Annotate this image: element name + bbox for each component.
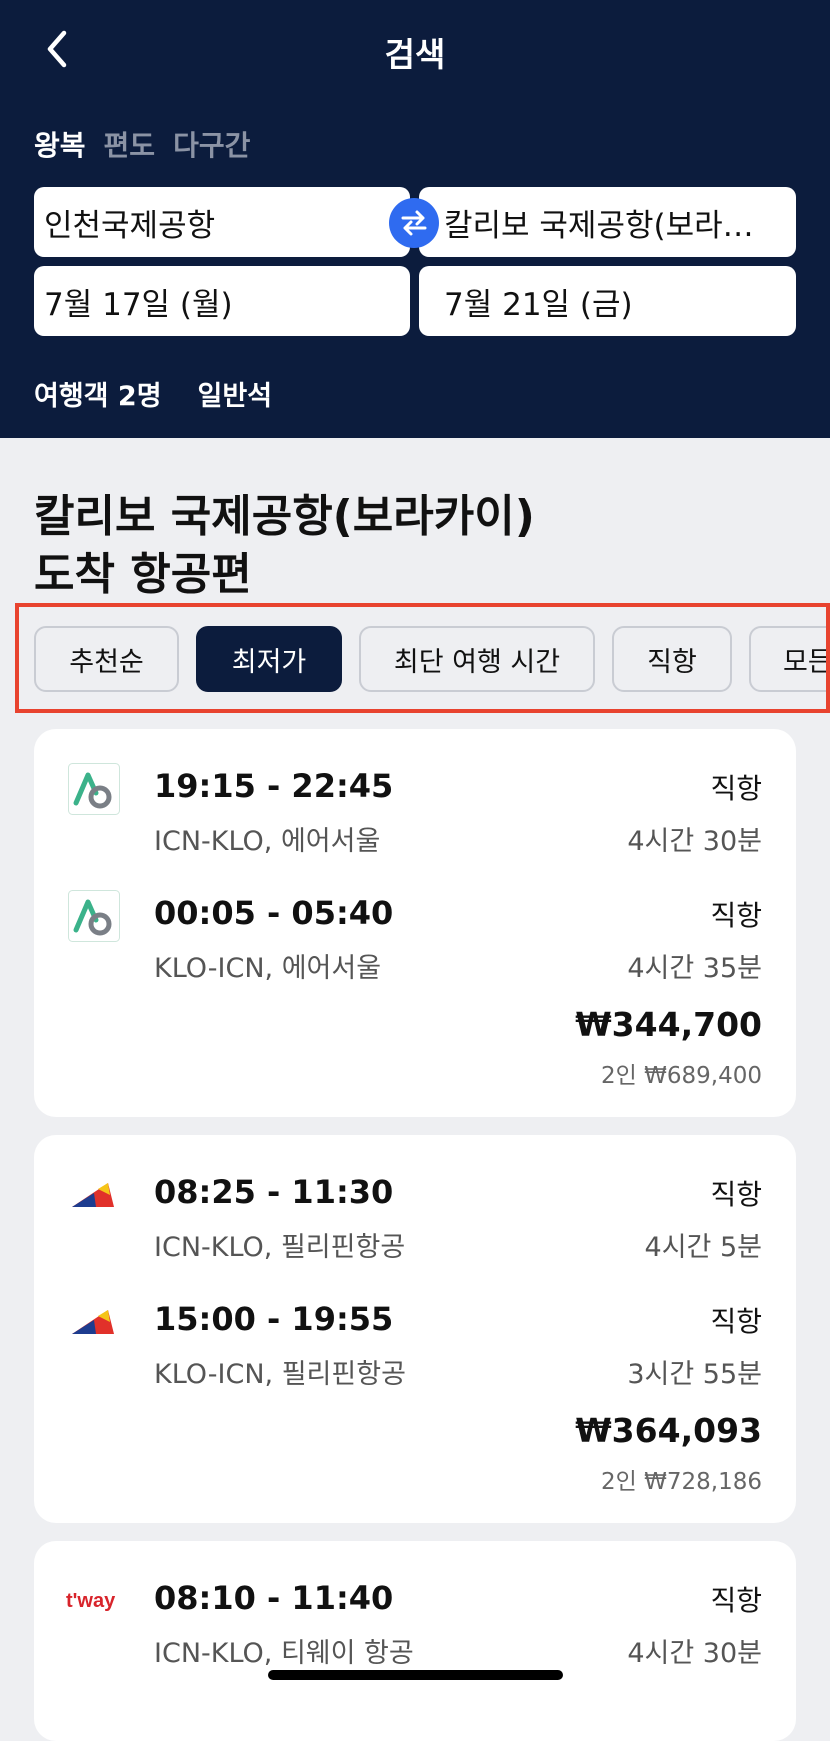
swap-arrows-icon: [401, 210, 427, 236]
cabin-selector[interactable]: 일반석: [198, 374, 273, 413]
flight-route: ICN-KLO, 필리핀항공: [154, 1232, 406, 1263]
flight-total-price: 2인 ₩728,186: [601, 1469, 762, 1495]
tab-one-way[interactable]: 편도: [104, 124, 156, 164]
flight-price: ₩344,700: [575, 1005, 762, 1044]
air-seoul-logo-icon: [68, 763, 120, 815]
tway-logo-icon: t'way: [66, 1590, 116, 1612]
air-seoul-logo-icon: [68, 890, 120, 942]
trip-type-tabs: 왕복 편도 다구간: [34, 124, 250, 164]
return-date-field[interactable]: 7월 21일 (금): [419, 266, 796, 336]
flight-duration: 3시간 55분: [627, 1359, 762, 1390]
flight-time: 19:15 - 22:45: [154, 767, 394, 805]
results-title: 칼리보 국제공항(보라카이) 도착 항공편: [34, 488, 734, 604]
flight-time: 15:00 - 19:55: [154, 1300, 394, 1338]
flight-card[interactable]: 08:25 - 11:30 ICN-KLO, 필리핀항공 직항 4시간 5분 1…: [34, 1135, 796, 1523]
flight-leg: 19:15 - 22:45 ICN-KLO, 에어서울 직항 4시간 30분: [34, 763, 796, 873]
flight-duration: 4시간 35분: [627, 953, 762, 984]
destination-field[interactable]: 칼리보 국제공항(보라…: [419, 187, 796, 257]
flight-route: ICN-KLO, 에어서울: [154, 826, 381, 857]
flight-time: 08:10 - 11:40: [154, 1579, 394, 1617]
swap-button[interactable]: [389, 198, 439, 248]
flight-card[interactable]: 19:15 - 22:45 ICN-KLO, 에어서울 직항 4시간 30분 0…: [34, 729, 796, 1117]
results-title-line2: 도착 항공편: [34, 549, 252, 600]
page-title: 검색: [384, 35, 446, 74]
flight-time: 00:05 - 05:40: [154, 894, 394, 932]
flight-leg: t'way 08:10 - 11:40 ICN-KLO, 티웨이 항공 직항 4…: [34, 1575, 796, 1685]
flight-duration: 4시간 30분: [627, 826, 762, 857]
tab-round-trip[interactable]: 왕복: [34, 124, 86, 164]
flight-route: KLO-ICN, 필리핀항공: [154, 1359, 406, 1390]
flight-duration: 4시간 5분: [644, 1232, 762, 1263]
philippine-airlines-logo-icon: [72, 1183, 114, 1207]
trip-options: 여행객 2명 일반석: [34, 374, 272, 413]
flight-leg: 08:25 - 11:30 ICN-KLO, 필리핀항공 직항 4시간 5분: [34, 1169, 796, 1279]
results-title-line1: 칼리보 국제공항(보라카이): [34, 491, 535, 542]
flight-leg: 00:05 - 05:40 KLO-ICN, 에어서울 직항 4시간 35분: [34, 890, 796, 1000]
flight-duration: 4시간 30분: [627, 1638, 762, 1669]
flight-type: 직항: [710, 1305, 762, 1338]
flight-route: ICN-KLO, 티웨이 항공: [154, 1638, 414, 1669]
search-header: 검색 왕복 편도 다구간 인천국제공항 칼리보 국제공항(보라… 7월 17일 …: [0, 0, 830, 438]
flight-total-price: 2인 ₩689,400: [601, 1063, 762, 1089]
origin-field[interactable]: 인천국제공항: [34, 187, 410, 257]
flight-type: 직항: [710, 772, 762, 805]
flight-price: ₩364,093: [575, 1411, 762, 1450]
travelers-selector[interactable]: 여행객 2명: [34, 374, 162, 413]
flight-type: 직항: [710, 899, 762, 932]
flight-type: 직항: [710, 1584, 762, 1617]
flight-type: 직항: [710, 1178, 762, 1211]
flight-time: 08:25 - 11:30: [154, 1173, 394, 1211]
depart-date-field[interactable]: 7월 17일 (월): [34, 266, 410, 336]
flight-card[interactable]: t'way 08:10 - 11:40 ICN-KLO, 티웨이 항공 직항 4…: [34, 1541, 796, 1741]
svg-text:t'way: t'way: [66, 1590, 116, 1612]
tab-multi-city[interactable]: 다구간: [173, 124, 250, 164]
flight-leg: 15:00 - 19:55 KLO-ICN, 필리핀항공 직항 3시간 55분: [34, 1296, 796, 1406]
philippine-airlines-logo-icon: [72, 1310, 114, 1334]
home-indicator: [268, 1670, 563, 1680]
filter-highlight-box: [15, 603, 830, 713]
flight-route: KLO-ICN, 에어서울: [154, 953, 382, 984]
